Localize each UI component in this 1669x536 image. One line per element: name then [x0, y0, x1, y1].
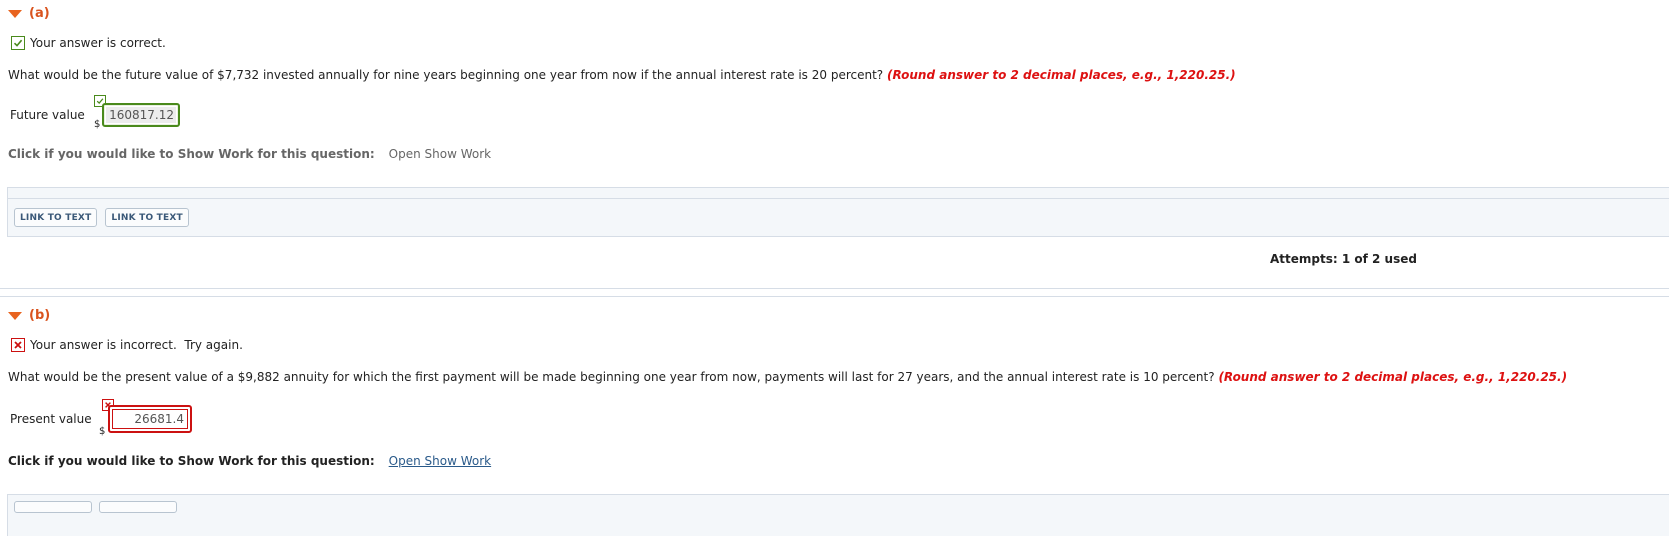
- part-a-hint: (Round answer to 2 decimal places, e.g.,…: [887, 68, 1236, 82]
- part-a-question: What would be the future value of $7,732…: [8, 68, 1236, 82]
- open-show-work-link[interactable]: Open Show Work: [389, 147, 491, 161]
- link-to-text-button[interactable]: LINK TO TEXT: [14, 208, 98, 227]
- chevron-down-icon[interactable]: [8, 9, 22, 18]
- x-mark-icon: [11, 338, 25, 352]
- show-work-label: Click if you would like to Show Work for…: [8, 454, 375, 468]
- part-b-status-text: Your answer is incorrect. Try again.: [30, 338, 243, 352]
- part-b-question-text: What would be the present value of a $9,…: [8, 370, 1215, 384]
- part-b-header[interactable]: (b): [8, 308, 50, 323]
- present-value-label: Present value: [10, 412, 92, 426]
- link-to-text-panel: [7, 494, 1669, 536]
- divider: [0, 296, 1669, 297]
- part-a-header[interactable]: (a): [8, 6, 50, 21]
- part-b-hint: (Round answer to 2 decimal places, e.g.,…: [1218, 370, 1568, 384]
- part-a-label: (a): [29, 6, 50, 21]
- present-value-input-value: 26681.4: [112, 409, 188, 429]
- part-b-show-work: Click if you would like to Show Work for…: [8, 454, 491, 468]
- part-b-status: Your answer is incorrect. Try again.: [11, 338, 243, 352]
- future-value-input[interactable]: 160817.12: [102, 103, 180, 127]
- currency-symbol: $: [94, 119, 101, 130]
- future-value-input-value: 160817.12: [106, 107, 176, 123]
- open-show-work-link[interactable]: Open Show Work: [389, 454, 491, 468]
- future-value-label: Future value: [10, 108, 85, 122]
- divider: [0, 288, 1669, 289]
- present-value-input[interactable]: 26681.4: [108, 405, 192, 433]
- currency-symbol: $: [99, 426, 106, 437]
- part-a-status: Your answer is correct.: [11, 36, 166, 50]
- show-work-label: Click if you would like to Show Work for…: [8, 147, 375, 161]
- link-to-text-button[interactable]: [99, 501, 177, 513]
- part-a-status-text: Your answer is correct.: [30, 36, 166, 50]
- link-to-text-button[interactable]: LINK TO TEXT: [105, 208, 189, 227]
- checkmark-icon: [11, 36, 25, 50]
- link-to-text-button[interactable]: [14, 501, 92, 513]
- part-a-question-text: What would be the future value of $7,732…: [8, 68, 884, 82]
- part-a-show-work: Click if you would like to Show Work for…: [8, 147, 491, 161]
- part-b-question: What would be the present value of a $9,…: [8, 370, 1567, 384]
- link-to-text-panel: LINK TO TEXT LINK TO TEXT: [7, 198, 1669, 237]
- chevron-down-icon[interactable]: [8, 311, 22, 320]
- attempts-counter: Attempts: 1 of 2 used: [1270, 252, 1417, 266]
- part-b-label: (b): [29, 308, 51, 323]
